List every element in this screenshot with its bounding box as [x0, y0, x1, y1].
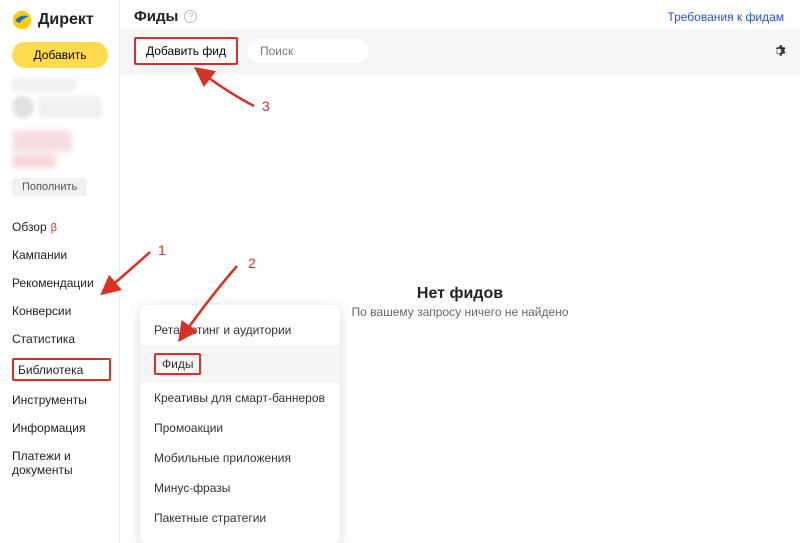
- submenu-item-mobile-apps[interactable]: Мобильные приложения: [140, 443, 340, 473]
- sidebar-item-info[interactable]: Информация: [12, 419, 111, 437]
- add-button[interactable]: Добавить: [12, 42, 108, 68]
- sidebar-nav: Обзор Кампании Рекомендации Конверсии Ст…: [12, 218, 111, 479]
- page-header: Фиды ? Требования к фидам: [120, 0, 800, 29]
- sidebar: Директ Добавить Пополнить Обзор Кампании…: [0, 0, 120, 543]
- redacted-block: [12, 130, 72, 152]
- toolbar: Добавить фид: [120, 29, 800, 75]
- submenu-item-minus-phrases[interactable]: Минус-фразы: [140, 473, 340, 503]
- requirements-link[interactable]: Требования к фидам: [667, 10, 784, 24]
- redacted-block: [12, 78, 76, 92]
- sidebar-item-statistics[interactable]: Статистика: [12, 330, 111, 348]
- sidebar-item-payments[interactable]: Платежи и документы: [12, 447, 111, 479]
- submenu-item-feeds[interactable]: Фиды: [140, 345, 340, 383]
- sidebar-item-recommendations[interactable]: Рекомендации: [12, 274, 111, 292]
- logo: Директ: [12, 10, 111, 30]
- add-feed-button[interactable]: Добавить фид: [136, 39, 236, 63]
- direct-logo-icon: [12, 10, 32, 30]
- sidebar-item-tools[interactable]: Инструменты: [12, 391, 111, 409]
- sidebar-item-overview[interactable]: Обзор: [12, 218, 111, 236]
- app-name: Директ: [38, 11, 94, 29]
- redacted-block: [12, 96, 111, 122]
- submenu-item-promo[interactable]: Промоакции: [140, 413, 340, 443]
- redacted-block: [12, 154, 56, 168]
- sidebar-item-campaigns[interactable]: Кампании: [12, 246, 111, 264]
- submenu-item-retargeting[interactable]: Ретаргетинг и аудитории: [140, 315, 340, 345]
- sidebar-item-conversions[interactable]: Конверсии: [12, 302, 111, 320]
- submenu-item-creatives[interactable]: Креативы для смарт-баннеров: [140, 383, 340, 413]
- submenu-item-batch-strategies[interactable]: Пакетные стратегии: [140, 503, 340, 533]
- empty-subtitle: По вашему запросу ничего не найдено: [352, 305, 569, 319]
- empty-title: Нет фидов: [352, 285, 569, 303]
- library-submenu: Ретаргетинг и аудитории Фиды Креативы дл…: [140, 305, 340, 543]
- page-title: Фиды: [134, 8, 178, 25]
- gear-icon[interactable]: [772, 44, 786, 58]
- sidebar-item-library[interactable]: Библиотека: [18, 361, 83, 379]
- highlight-add-feed: Добавить фид: [134, 37, 238, 65]
- search-input[interactable]: [248, 39, 368, 63]
- empty-state: Нет фидов По вашему запросу ничего не на…: [352, 285, 569, 319]
- topup-button[interactable]: Пополнить: [12, 178, 87, 196]
- help-icon[interactable]: ?: [184, 10, 197, 23]
